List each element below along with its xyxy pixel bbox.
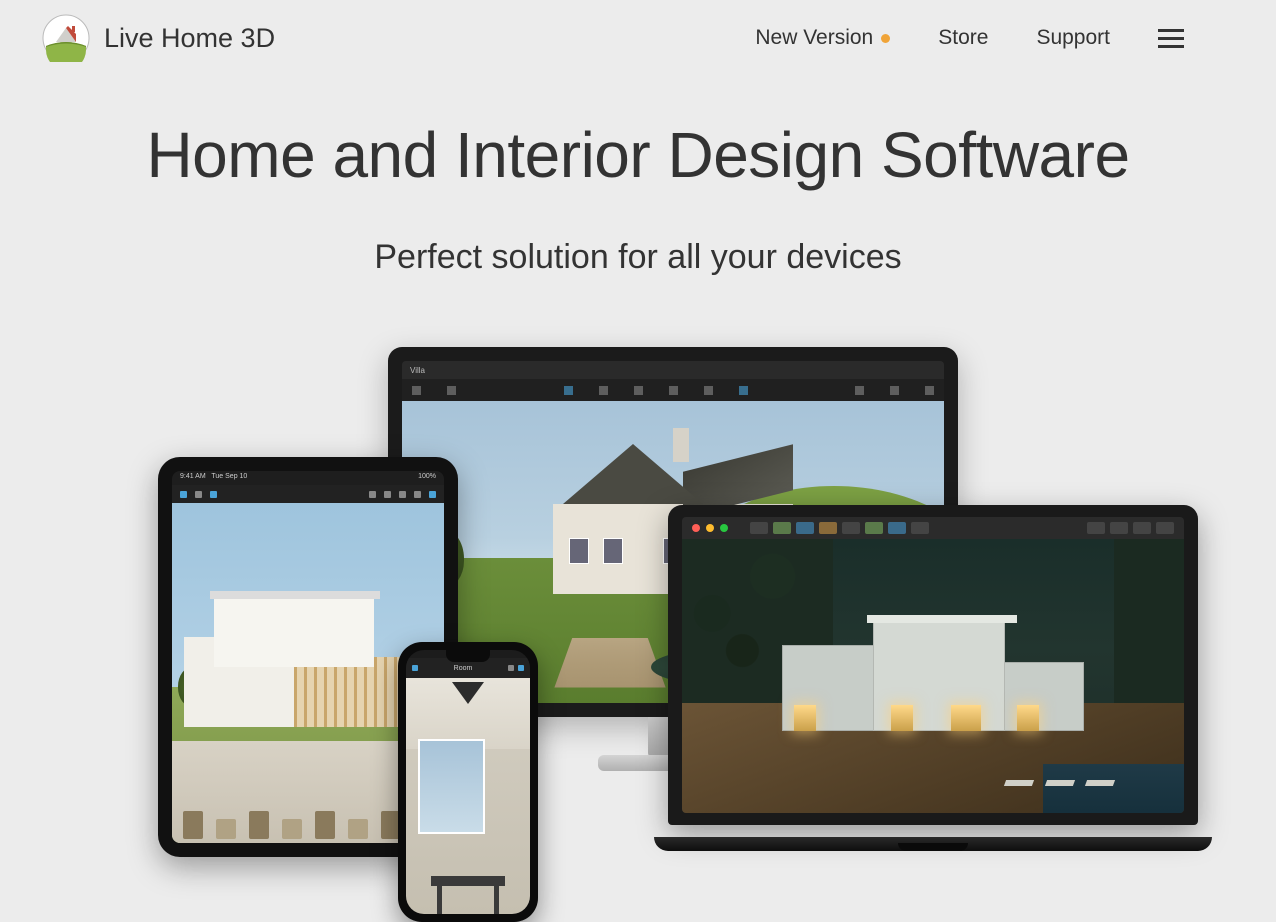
mac-toolbar xyxy=(682,517,1184,539)
tool-icon xyxy=(412,386,421,395)
tool-icon xyxy=(925,386,934,395)
tool-icon xyxy=(634,386,643,395)
brand-name: Live Home 3D xyxy=(104,23,275,54)
tool-icon xyxy=(704,386,713,395)
tablet-statusbar: 9:41 AM Tue Sep 10100% xyxy=(172,471,444,485)
window-tab: Villa xyxy=(410,366,425,375)
render-viewport xyxy=(682,539,1184,813)
site-header: Live Home 3D New Version Store Support xyxy=(0,0,1276,76)
traffic-light-min-icon xyxy=(706,524,714,532)
main-nav: New Version Store Support xyxy=(755,26,1184,50)
menu-icon[interactable] xyxy=(1158,29,1184,48)
laptop-screen xyxy=(682,517,1184,813)
hero-section: Home and Interior Design Software Perfec… xyxy=(0,118,1276,277)
tool-icon xyxy=(855,386,864,395)
tool-icon xyxy=(447,386,456,395)
traffic-light-max-icon xyxy=(720,524,728,532)
phone-screen: Room xyxy=(406,650,530,914)
new-version-indicator-icon xyxy=(881,34,890,43)
nav-support[interactable]: Support xyxy=(1036,26,1110,50)
logo-icon xyxy=(42,14,90,62)
page-subtitle: Perfect solution for all your devices xyxy=(0,238,1276,277)
render-viewport xyxy=(406,678,530,914)
tool-icon xyxy=(890,386,899,395)
page-title: Home and Interior Design Software xyxy=(0,118,1276,192)
tablet-toolbar xyxy=(172,485,444,503)
tool-icon xyxy=(739,386,748,395)
window-toolbar xyxy=(402,379,944,401)
nav-new-version[interactable]: New Version xyxy=(755,26,890,50)
window-titlebar: Villa xyxy=(402,361,944,379)
phone-notch xyxy=(446,650,490,662)
brand[interactable]: Live Home 3D xyxy=(42,14,275,62)
devices-showcase: Villa xyxy=(78,347,1198,827)
tool-icon xyxy=(564,386,573,395)
tool-icon xyxy=(669,386,678,395)
traffic-light-close-icon xyxy=(692,524,700,532)
nav-store[interactable]: Store xyxy=(938,26,988,50)
laptop-notch xyxy=(898,843,968,851)
phone-device: Room xyxy=(398,642,538,922)
laptop-device xyxy=(668,505,1198,845)
tool-icon xyxy=(599,386,608,395)
nav-new-version-label: New Version xyxy=(755,26,873,50)
